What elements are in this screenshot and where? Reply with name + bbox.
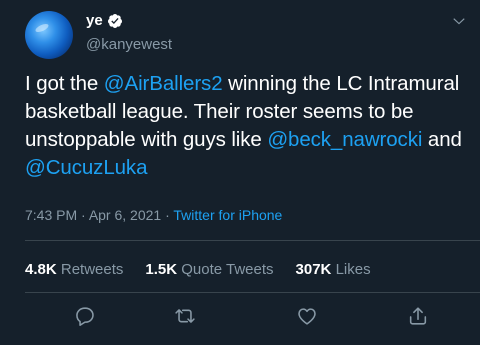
retweets-label: Retweets [60,261,124,278]
like-icon[interactable] [296,305,318,327]
reply-icon[interactable] [74,305,96,327]
divider [25,292,480,293]
handle[interactable]: @kanyewest [86,36,172,53]
retweet-icon[interactable] [174,305,196,327]
author-name-row: ye [86,12,123,29]
likes-count: 307K [295,261,332,278]
verified-badge-icon [107,13,123,29]
meta-separator: · [161,207,174,223]
quotes-label: Quote Tweets [181,261,274,278]
action-bar [0,305,480,335]
quotes-count: 1.5K [145,261,178,278]
avatar[interactable] [25,11,73,59]
tweet-stats: 4.8K Retweets 1.5K Quote Tweets 307K Lik… [25,261,393,278]
retweets-stat[interactable]: 4.8K Retweets [25,261,123,278]
meta-separator: · [77,207,89,223]
tweet-meta: 7:43 PM · Apr 6, 2021 · Twitter for iPho… [25,207,282,223]
chevron-down-icon[interactable] [452,14,466,28]
share-icon[interactable] [407,305,429,327]
tweet-time[interactable]: 7:43 PM [25,207,77,223]
display-name[interactable]: ye [86,12,103,29]
mention-link[interactable]: @CucuzLuka [25,156,147,179]
likes-label: Likes [335,261,371,278]
tweet-text-segment: I got the [25,72,104,95]
likes-stat[interactable]: 307K Likes [296,261,371,278]
tweet-text-segment: and [422,128,462,151]
quote-tweets-stat[interactable]: 1.5K Quote Tweets [145,261,273,278]
tweet-date[interactable]: Apr 6, 2021 [89,207,161,223]
tweet-text: I got the @AirBallers2 winning the LC In… [25,70,470,182]
tweet-source-link[interactable]: Twitter for iPhone [173,207,282,223]
retweets-count: 4.8K [25,261,57,278]
divider [25,240,480,241]
mention-link[interactable]: @AirBallers2 [104,72,223,95]
mention-link[interactable]: @beck_nawrocki [267,128,422,151]
